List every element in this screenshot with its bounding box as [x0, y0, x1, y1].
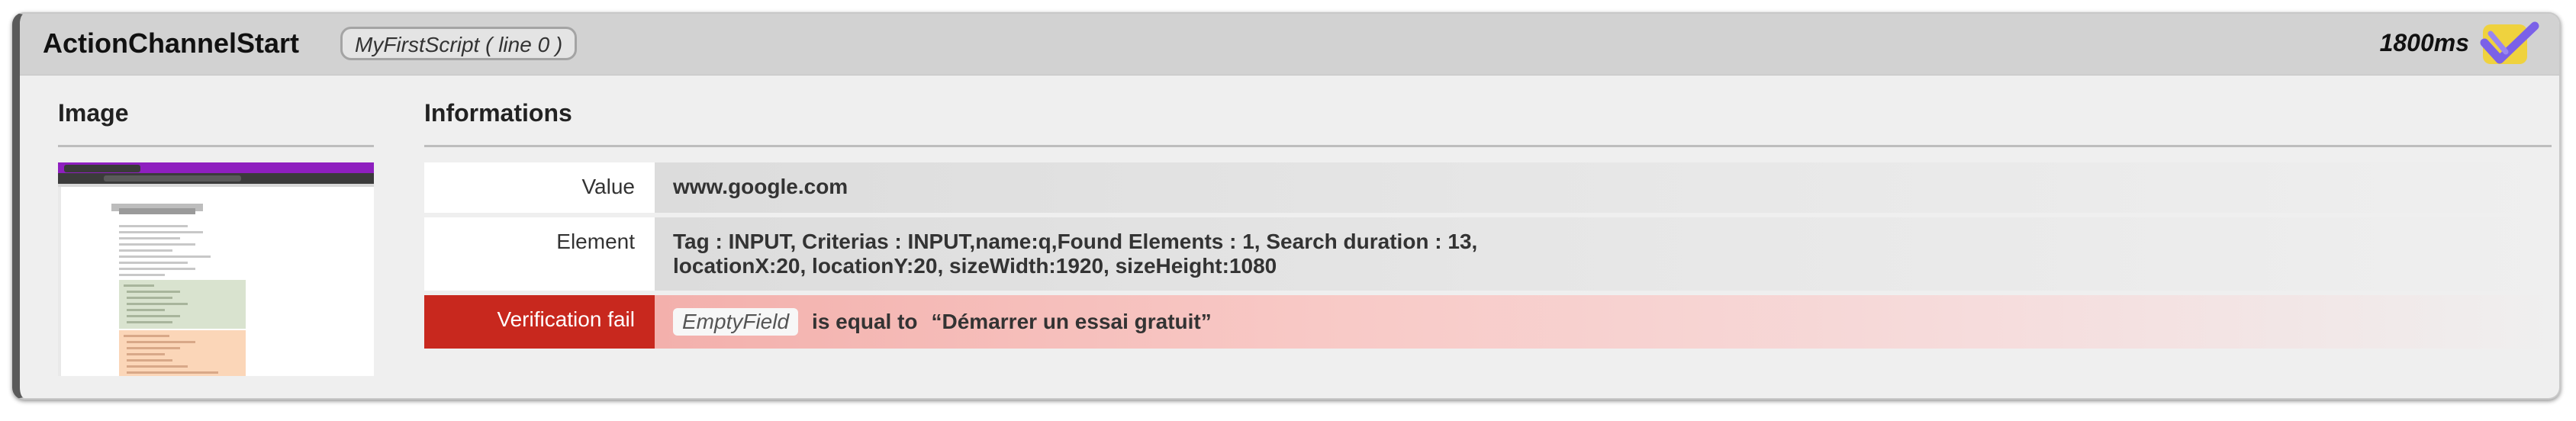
- element-text-line-1: Tag : INPUT, Criterias : INPUT,name:q,Fo…: [673, 230, 1478, 253]
- info-table: Value www.google.com Element Tag : INPUT…: [424, 162, 2552, 353]
- image-section-title: Image: [58, 99, 129, 127]
- value-text: www.google.com: [655, 162, 2552, 213]
- verified-field-chip: EmptyField: [673, 308, 799, 336]
- info-row-verification: Verification fail EmptyField is equal to…: [424, 295, 2552, 349]
- action-header[interactable]: ActionChannelStart MyFirstScript ( line …: [20, 14, 2559, 76]
- screenshot-thumbnail[interactable]: [58, 162, 374, 376]
- duration-label: 1800ms: [2379, 29, 2469, 56]
- info-row-value: Value www.google.com: [424, 162, 2552, 213]
- info-section-title: Informations: [424, 99, 572, 127]
- value-key: Value: [424, 162, 655, 213]
- info-row-element: Element Tag : INPUT, Criterias : INPUT,n…: [424, 217, 2552, 291]
- screenshot-thumbnail-image: [58, 162, 374, 376]
- action-card: ActionChannelStart MyFirstScript ( line …: [12, 12, 2561, 400]
- info-section-divider: [424, 145, 2552, 147]
- verification-fail-key: Verification fail: [424, 295, 655, 349]
- check-icon: [2480, 21, 2539, 64]
- script-line-badge[interactable]: MyFirstScript ( line 0 ): [340, 27, 578, 60]
- element-key: Element: [424, 217, 655, 291]
- verification-operator: is equal to: [812, 310, 918, 333]
- action-title: ActionChannelStart: [43, 27, 300, 59]
- image-section-divider: [58, 145, 374, 147]
- element-text: Tag : INPUT, Criterias : INPUT,name:q,Fo…: [655, 217, 2552, 291]
- expected-value: “Démarrer un essai gratuit”: [931, 310, 1212, 333]
- element-text-line-2: locationX:20, locationY:20, sizeWidth:19…: [673, 254, 1277, 278]
- verification-text: EmptyField is equal to “Démarrer un essa…: [655, 295, 2552, 349]
